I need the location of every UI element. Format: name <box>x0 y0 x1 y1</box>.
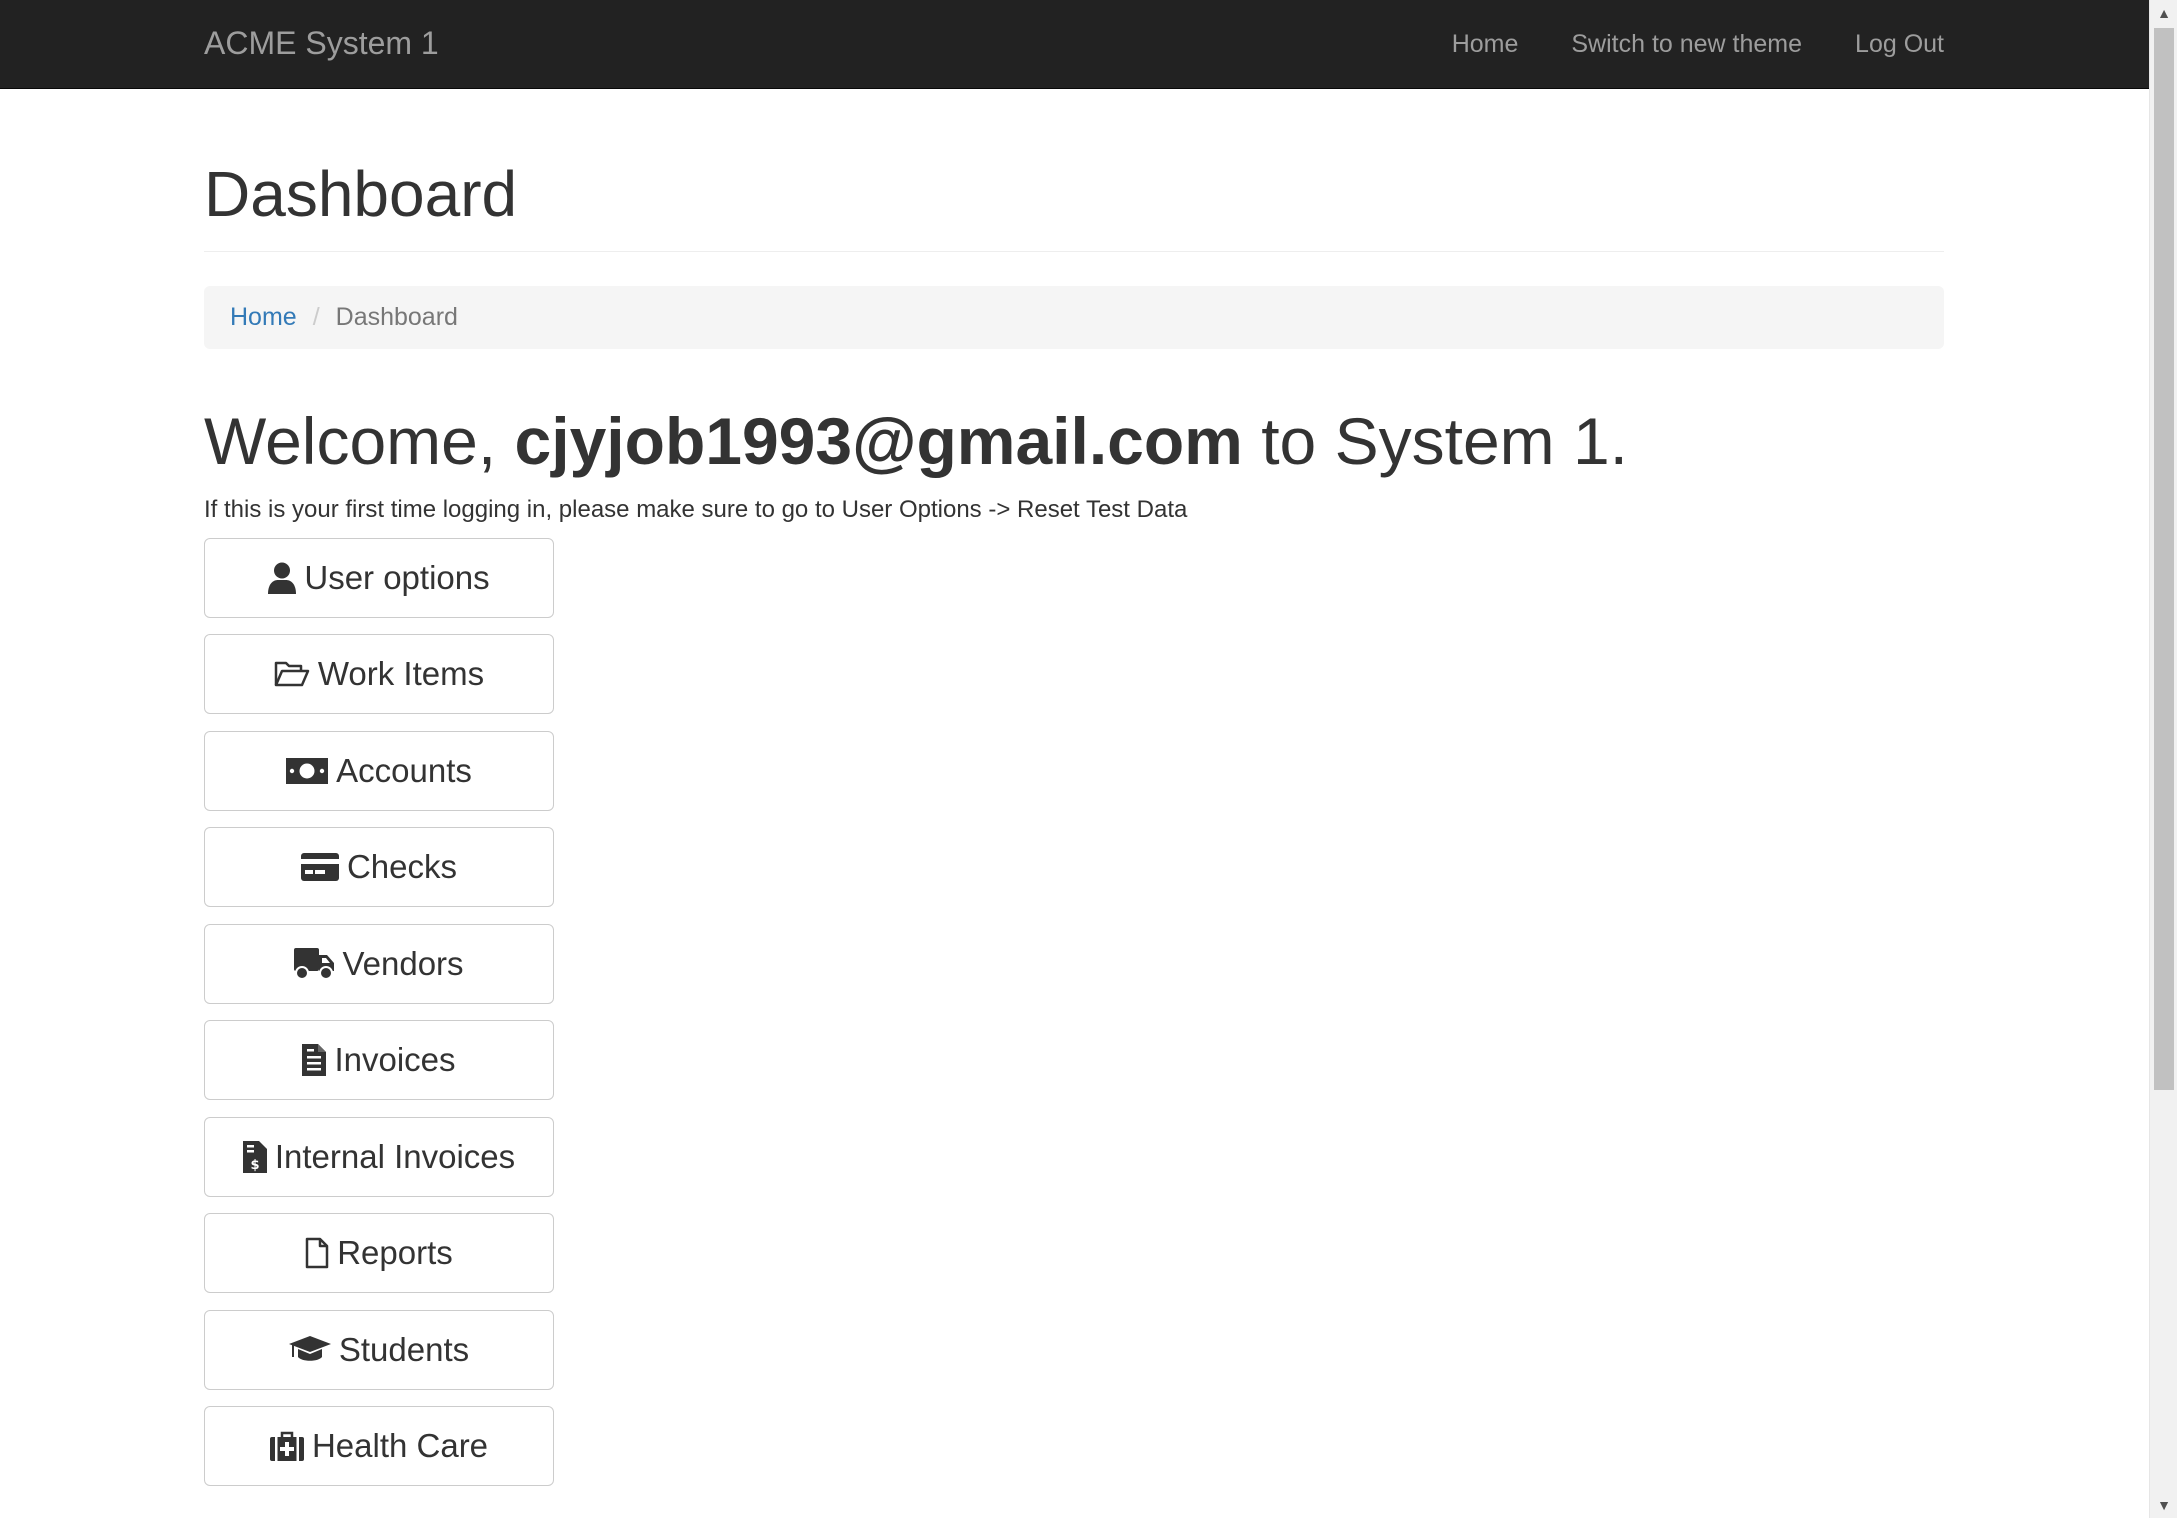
invoice-icon <box>302 1044 327 1077</box>
welcome-prefix: Welcome, <box>204 404 497 479</box>
reports-label: Reports <box>337 1234 453 1272</box>
brand-link[interactable]: ACME System 1 <box>204 0 439 89</box>
medkit-icon <box>269 1431 304 1462</box>
file-invoice-dollar-icon: $ <box>242 1140 267 1173</box>
first-login-note: If this is your first time logging in, p… <box>204 495 1188 523</box>
reports-button[interactable]: Reports <box>204 1213 554 1294</box>
work-items-button[interactable]: Work Items <box>204 634 554 715</box>
money-bill-icon <box>286 757 329 784</box>
page-title: Dashboard <box>204 158 518 230</box>
breadcrumb-separator: / <box>312 303 320 332</box>
students-button[interactable]: Students <box>204 1309 554 1390</box>
welcome-heading: Welcome, cjyjob1993@gmail.com to System … <box>204 405 1944 478</box>
work-items-label: Work Items <box>317 655 485 693</box>
internal-invoices-button[interactable]: $ Internal Invoices <box>204 1116 554 1197</box>
graduation-cap-icon <box>288 1335 331 1364</box>
nav-links: Home Switch to new theme Log Out <box>1399 0 1944 89</box>
accounts-label: Accounts <box>336 751 472 789</box>
top-navbar: ACME System 1 Home Switch to new theme L… <box>0 0 2149 89</box>
students-label: Students <box>338 1330 470 1368</box>
checks-button[interactable]: Checks <box>204 827 554 908</box>
user-options-button[interactable]: User options <box>204 537 554 618</box>
vendors-label: Vendors <box>342 944 464 982</box>
user-icon <box>268 562 297 594</box>
checks-label: Checks <box>346 848 458 886</box>
nav-home-link[interactable]: Home <box>1452 30 1519 59</box>
internal-invoices-label: Internal Invoices <box>274 1137 516 1175</box>
health-care-label: Health Care <box>311 1427 489 1465</box>
invoices-button[interactable]: Invoices <box>204 1020 554 1101</box>
page-scrollbar[interactable]: ▲ ▼ <box>2149 0 2177 1518</box>
scroll-thumb[interactable] <box>2154 28 2174 1090</box>
page-header: Dashboard <box>204 158 1944 253</box>
user-options-label: User options <box>304 558 490 596</box>
scroll-down-arrow-icon[interactable]: ▼ <box>2150 1492 2177 1518</box>
main-container: Dashboard Home / Dashboard Welcome, cjyj… <box>204 89 1944 1503</box>
truck-icon <box>294 947 335 980</box>
breadcrumb-current: Dashboard <box>335 303 458 332</box>
welcome-suffix: to System 1. <box>1261 404 1629 479</box>
nav-switch-theme-link[interactable]: Switch to new theme <box>1571 30 1802 59</box>
menu-button-list: User options Work Items Accounts Checks <box>204 537 1944 1487</box>
nav-logout-link[interactable]: Log Out <box>1855 30 1944 59</box>
invoices-label: Invoices <box>334 1041 456 1079</box>
scroll-up-arrow-icon[interactable]: ▲ <box>2150 0 2177 26</box>
health-care-button[interactable]: Health Care <box>204 1406 554 1487</box>
breadcrumb-home-link[interactable]: Home <box>230 303 297 332</box>
breadcrumb: Home / Dashboard <box>204 286 1944 350</box>
file-icon <box>305 1237 329 1269</box>
credit-card-icon <box>300 853 339 882</box>
accounts-button[interactable]: Accounts <box>204 730 554 811</box>
svg-text:$: $ <box>250 1158 259 1173</box>
vendors-button[interactable]: Vendors <box>204 923 554 1004</box>
welcome-user: cjyjob1993@gmail.com <box>514 404 1243 479</box>
folder-open-icon <box>274 660 310 688</box>
